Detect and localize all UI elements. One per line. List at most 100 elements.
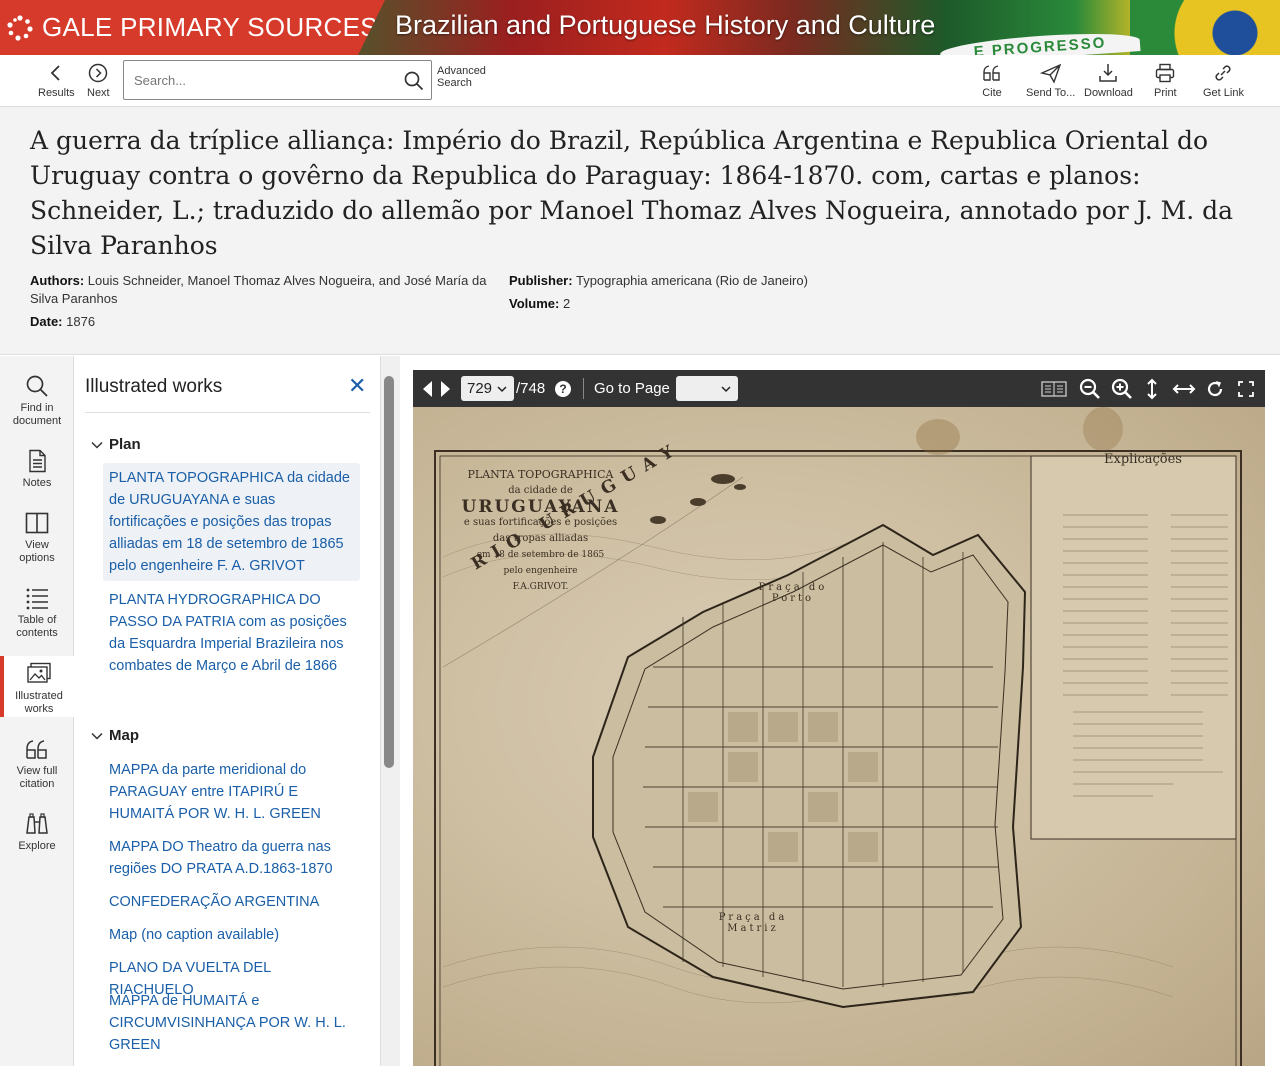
panel-heading: Illustrated works (85, 376, 223, 397)
image-gallery-icon (27, 662, 51, 683)
publisher-label: Publisher: (509, 273, 573, 288)
chevron-down-icon (497, 385, 507, 392)
fit-height-icon (1147, 378, 1157, 399)
view-full-citation-button[interactable]: View full citation (0, 736, 74, 791)
illustrated-work-item[interactable]: MAPPA de HUMAITÁ e CIRCUMVISINHANÇA POR … (103, 986, 360, 1060)
download-button[interactable]: Download (1084, 62, 1133, 99)
view-options-label-2: options (19, 552, 55, 564)
volume-label: Volume: (509, 296, 560, 311)
next-label: Next (87, 87, 110, 99)
fit-height-button[interactable] (1146, 370, 1158, 407)
volume-value: 2 (562, 296, 571, 311)
page-current: 729 (467, 380, 493, 397)
find-label-2: document (12, 415, 62, 427)
publisher-value: Typographia americana (Rio de Janeiro) (575, 273, 808, 288)
illustrated-works-panel: Illustrated works ✕ Plan PLANTA TOPOGRAP… (74, 356, 380, 1066)
book-view-icon (25, 512, 49, 534)
explore-button[interactable]: Explore (0, 811, 74, 853)
fullscreen-button[interactable] (1238, 370, 1254, 407)
tools-rail: Find in document Notes View options Tabl… (0, 356, 74, 1066)
printer-icon (1156, 63, 1175, 83)
illustrated-work-item[interactable]: MAPPA da parte meridional do PARAGUAY en… (103, 755, 360, 829)
group-plan-label: Plan (109, 436, 141, 453)
go-to-page-select[interactable] (676, 370, 738, 407)
group-map-toggle[interactable]: Map (90, 727, 139, 744)
previous-page-button[interactable] (421, 370, 433, 407)
next-page-button[interactable] (440, 370, 452, 407)
group-plan-toggle[interactable]: Plan (90, 436, 141, 453)
illustrated-work-item[interactable]: Map (no caption available) (103, 920, 360, 950)
document-header: A guerra da tríplice alliança: Império d… (0, 107, 1280, 355)
brand-name: GALE PRIMARY SOURCES (42, 12, 378, 42)
volume-meta: Volume: 2 (509, 295, 570, 313)
close-icon[interactable]: ✕ (348, 375, 368, 397)
illustrated-label-1: Illustrated (15, 690, 63, 702)
chevron-down-icon (91, 732, 103, 740)
cite-button[interactable]: Cite (981, 62, 1003, 99)
next-button[interactable]: Next (87, 62, 110, 99)
send-to-button[interactable]: Send To... (1026, 62, 1075, 99)
help-button[interactable]: ? (555, 370, 571, 407)
search-input[interactable] (124, 72, 394, 88)
toc-label-1: Table of (17, 614, 57, 626)
table-of-contents-button[interactable]: Table of contents (0, 585, 74, 640)
map-title-line-8: F.A.GRIVOT. (512, 582, 569, 592)
citation-label-1: View full (16, 765, 58, 777)
toc-label-2: contents (16, 627, 58, 639)
zoom-out-icon (1079, 378, 1100, 399)
fit-width-icon (1172, 383, 1196, 394)
notes-button[interactable]: Notes (0, 448, 74, 490)
gale-burst-icon (7, 14, 33, 41)
search-icon (26, 375, 48, 397)
advanced-search-link[interactable]: Advanced Search (437, 65, 486, 89)
panel-scrollbar-thumb[interactable] (384, 376, 394, 768)
map-legend-title: Explicações (1104, 452, 1182, 467)
advanced-search-line1: Advanced (437, 65, 486, 77)
triangle-right-icon (441, 380, 450, 397)
results-button[interactable]: Results (38, 62, 75, 99)
search-icon[interactable] (403, 70, 425, 92)
download-icon (1099, 64, 1118, 82)
get-link-button[interactable]: Get Link (1203, 62, 1244, 99)
map-praca-porto: Praça do Porto (758, 582, 828, 604)
zoom-in-icon (1111, 378, 1132, 399)
illustrated-work-item[interactable]: CONFEDERAÇÃO ARGENTINA (103, 887, 360, 917)
find-label-1: Find in (20, 402, 54, 414)
rotate-button[interactable] (1205, 370, 1225, 407)
find-in-document-button[interactable]: Find in document (0, 373, 74, 428)
flag-motto-band: E PROGRESSO (939, 29, 1141, 55)
illustrated-work-item[interactable]: MAPPA DO Theatro da guerra nas regiões D… (103, 832, 360, 884)
quote-icon (26, 740, 47, 759)
send-to-label: Send To... (1026, 87, 1076, 99)
page-select[interactable]: 729 (461, 370, 515, 407)
print-button[interactable]: Print (1154, 62, 1177, 99)
header-banner: E PROGRESSO GALE PRIMARY SOURCES Brazili… (0, 0, 1280, 55)
notes-icon (29, 449, 46, 473)
illustrated-work-item[interactable]: PLANTA HYDROGRAPHICA DO PASSO DA PATRIA … (103, 585, 360, 681)
next-circle-icon (89, 63, 108, 83)
toolbar-divider (583, 378, 584, 399)
authors-label: Authors: (30, 273, 85, 288)
book-text-icon (1041, 380, 1067, 397)
zoom-out-button[interactable] (1079, 370, 1101, 407)
date-value: 1876 (66, 314, 96, 329)
chevron-left-icon (51, 65, 60, 81)
page-total: /748 (516, 380, 546, 397)
group-map-label: Map (109, 727, 139, 744)
document-page-image[interactable]: PLANTA TOPOGRAPHICA da cidade de URUGUAY… (413, 407, 1265, 1066)
toolbar: Results Next Advanced Search Cite Send T… (0, 55, 1280, 107)
explore-label: Explore (18, 840, 56, 852)
illustrated-work-item[interactable]: PLANTA TOPOGRAPHICA da cidade de URUGUAY… (103, 463, 360, 581)
fit-width-button[interactable] (1172, 370, 1196, 407)
panel-divider (85, 412, 370, 413)
publisher-meta: Publisher: Typographia americana (Rio de… (509, 272, 808, 290)
gale-logo[interactable]: GALE PRIMARY SOURCES (0, 0, 385, 55)
collection-title[interactable]: Brazilian and Portuguese History and Cul… (395, 10, 935, 41)
illustrated-works-button[interactable]: Illustrated works (0, 656, 74, 717)
print-label: Print (1154, 87, 1177, 99)
list-icon (26, 588, 48, 610)
text-view-button[interactable] (1041, 370, 1067, 407)
zoom-in-button[interactable] (1111, 370, 1133, 407)
view-options-label-1: View (25, 539, 49, 551)
view-options-button[interactable]: View options (0, 510, 74, 565)
